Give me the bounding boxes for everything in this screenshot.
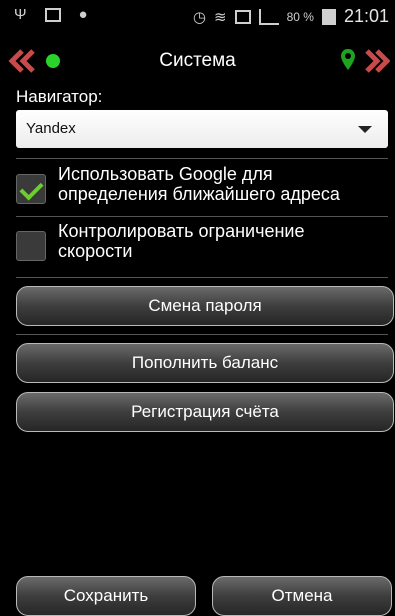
image-icon: [44, 7, 61, 22]
top-up-balance-button[interactable]: Пополнить баланс: [16, 343, 394, 383]
divider: [16, 334, 388, 335]
signal-icon: [258, 8, 279, 25]
wifi-icon: ≋: [214, 8, 227, 26]
speed-limit-checkbox[interactable]: [16, 231, 46, 261]
divider: [16, 158, 388, 159]
save-button[interactable]: Сохранить: [16, 576, 196, 616]
status-right-icons: ◷ ≋ 80 % 21:01: [193, 6, 389, 27]
notification-icon: ●: [78, 6, 88, 23]
navigator-selected-value: Yandex: [26, 120, 76, 137]
status-bar: Ψ ● ◷ ≋ 80 % 21:01: [0, 0, 395, 36]
navigator-select[interactable]: Yandex: [16, 110, 388, 148]
cancel-button[interactable]: Отмена: [212, 576, 392, 616]
sim-icon: [234, 9, 251, 24]
use-google-checkbox[interactable]: [16, 174, 46, 204]
dropdown-caret-icon: [358, 126, 372, 133]
double-chevron-right-icon[interactable]: [364, 48, 390, 74]
option-use-google-line1: Использовать Google для: [58, 164, 273, 184]
option-use-google-line2: определения ближайшего адреса: [58, 184, 340, 204]
change-password-button[interactable]: Смена пароля: [16, 286, 394, 326]
option-use-google[interactable]: Использовать Google для определения ближ…: [16, 164, 388, 204]
option-speed-limit[interactable]: Контролировать ограничение скорости: [16, 221, 388, 261]
status-left-icons: Ψ ●: [14, 6, 88, 23]
title-bar: Система: [0, 40, 395, 82]
option-speed-limit-line2: скорости: [58, 241, 133, 261]
register-account-button[interactable]: Регистрация счёта: [16, 392, 394, 432]
divider: [16, 216, 388, 217]
usb-icon: Ψ: [14, 6, 27, 23]
navigator-label: Навигатор:: [16, 87, 103, 106]
option-speed-limit-label: Контролировать ограничение скорости: [58, 221, 304, 261]
divider: [16, 277, 388, 278]
battery-icon: [321, 8, 336, 25]
clock: 21:01: [343, 6, 389, 26]
battery-percent: 80 %: [286, 9, 314, 24]
option-use-google-label: Использовать Google для определения ближ…: [58, 164, 340, 204]
map-pin-icon: [341, 49, 355, 70]
alarm-icon: ◷: [192, 8, 207, 26]
option-speed-limit-line1: Контролировать ограничение: [58, 221, 305, 241]
page-title: Система: [159, 50, 236, 71]
